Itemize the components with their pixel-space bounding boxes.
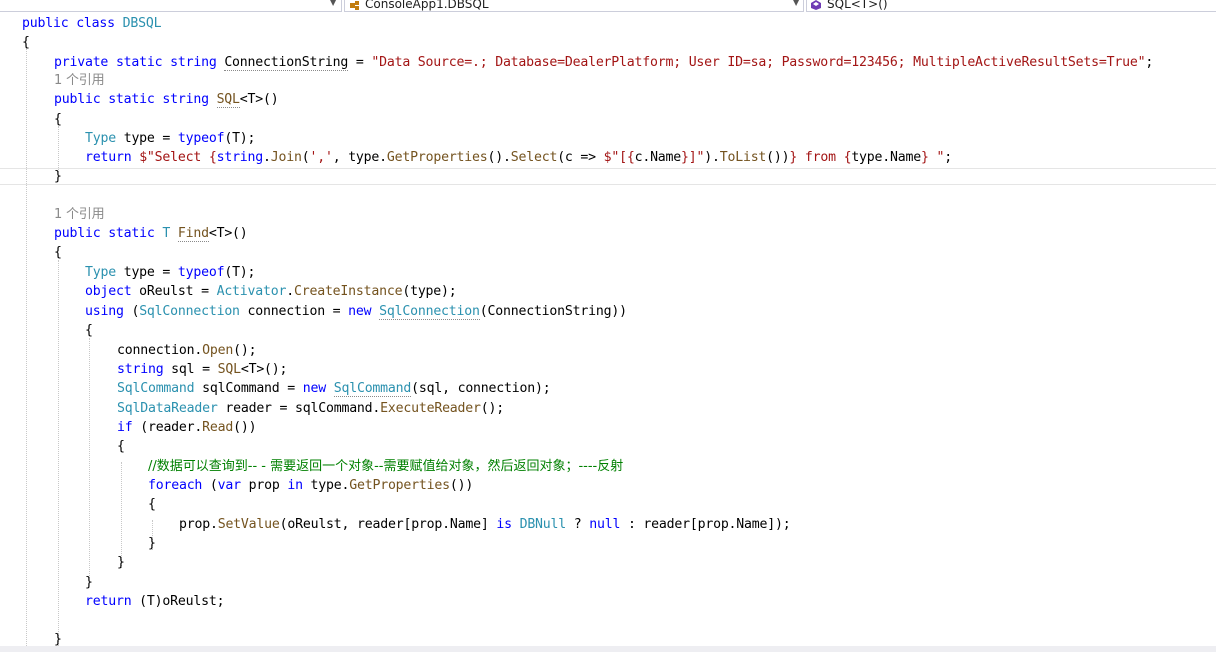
- method-icon: [811, 0, 821, 10]
- class-icon: [350, 1, 359, 10]
- code-line-30: return (T)oReulst;: [85, 594, 225, 609]
- indent-guide: [26, 48, 27, 646]
- reference-count-lens[interactable]: 1 个引用: [54, 205, 105, 224]
- navigation-bar: ▼ ConsoleApp1.DBSQL ▼ SQL<T>(): [0, 0, 1216, 12]
- code-line-13: Type type = typeof(T);: [85, 265, 256, 280]
- code-line-19: SqlCommand sqlCommand = new SqlCommand(s…: [117, 381, 551, 397]
- reference-count-lens[interactable]: 1 个引用: [54, 71, 105, 90]
- code-line-11: public static T Find<T>(): [54, 226, 248, 242]
- code-line-25: {: [148, 497, 156, 512]
- code-line-20: SqlDataReader reader = sqlCommand.Execut…: [117, 401, 504, 416]
- code-line-2: {: [22, 35, 30, 50]
- code-line-3: private static string ConnectionString =…: [54, 55, 1154, 71]
- code-line-22: {: [117, 439, 125, 454]
- code-line-1: public class DBSQL: [22, 16, 162, 31]
- code-line-27: }: [148, 536, 156, 551]
- indent-guide: [89, 338, 90, 578]
- code-line-29: }: [85, 575, 93, 590]
- code-comment: //数据可以查询到-- - 需要返回一个对象--需要赋值给对象，然后返回对象；-…: [148, 459, 624, 474]
- code-line-15: using (SqlConnection connection = new Sq…: [85, 304, 627, 320]
- code-line-6: {: [54, 112, 62, 127]
- code-line-28: }: [117, 555, 125, 570]
- project-dropdown[interactable]: ▼: [0, 0, 342, 12]
- code-line-5: public static string SQL<T>(): [54, 92, 279, 108]
- code-line-24: foreach (var prop in type.GetProperties(…: [148, 478, 474, 493]
- code-line-9: }: [54, 169, 62, 184]
- code-line-26: prop.SetValue(oReulst, reader[prop.Name]…: [179, 517, 791, 532]
- code-line-12: {: [54, 245, 62, 260]
- status-bar: [0, 646, 1216, 652]
- indent-guide: [58, 126, 59, 172]
- code-editor[interactable]: public class DBSQL { private static stri…: [0, 12, 1216, 647]
- current-line-highlight: [0, 168, 1216, 185]
- chevron-down-icon: ▼: [793, 0, 800, 7]
- code-line-18: string sql = SQL<T>();: [117, 362, 288, 377]
- indent-guide: [58, 260, 59, 646]
- chevron-down-icon: ▼: [330, 0, 337, 7]
- class-dropdown[interactable]: ConsoleApp1.DBSQL ▼: [344, 0, 804, 12]
- code-line-21: if (reader.Read()): [117, 420, 257, 435]
- member-dropdown[interactable]: SQL<T>(): [806, 0, 1216, 12]
- code-line-16: {: [85, 323, 93, 338]
- code-line-8: return $"Select {string.Join(',', type.G…: [85, 150, 952, 165]
- code-line-7: Type type = typeof(T);: [85, 131, 256, 146]
- code-line-14: object oReulst = Activator.CreateInstanc…: [85, 284, 457, 299]
- code-line-17: connection.Open();: [117, 343, 257, 358]
